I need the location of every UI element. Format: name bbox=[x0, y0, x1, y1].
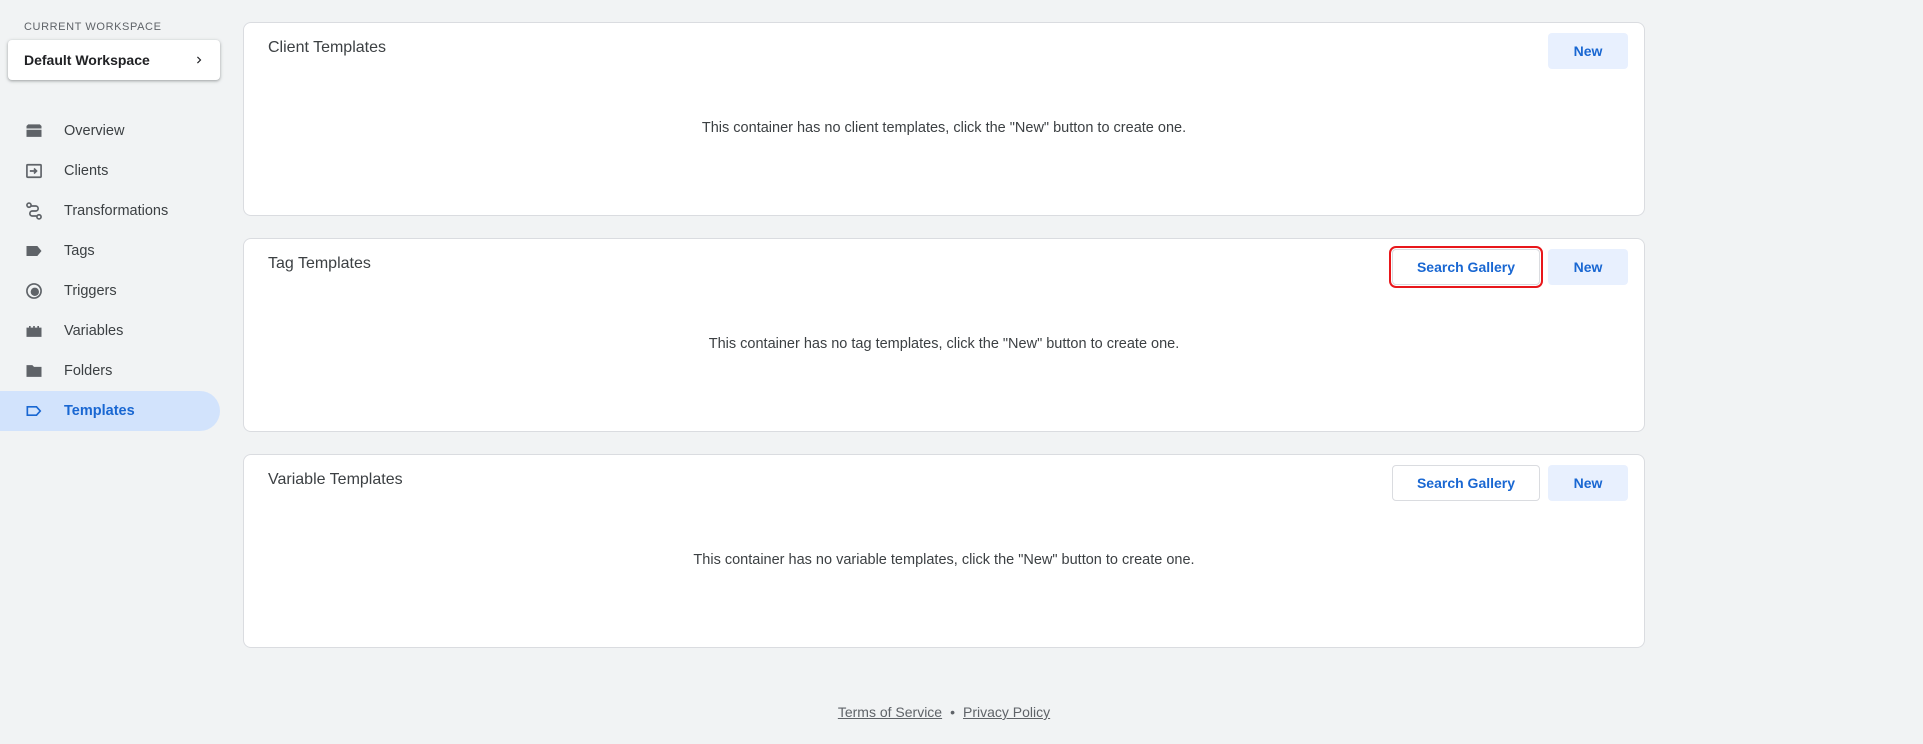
sidebar-item-tags[interactable]: Tags bbox=[0, 231, 220, 271]
sidebar-item-label: Templates bbox=[64, 403, 135, 419]
empty-state-message: This container has no tag templates, cli… bbox=[708, 336, 1180, 352]
card-title: Client Templates bbox=[268, 39, 386, 56]
tag-templates-card: Tag Templates Search Gallery New This co… bbox=[243, 238, 1645, 432]
folder-icon bbox=[24, 361, 44, 381]
search-gallery-button[interactable]: Search Gallery bbox=[1389, 246, 1543, 288]
label-icon bbox=[24, 241, 44, 261]
sidebar-nav: Overview Clients Transformations Tags Tr… bbox=[0, 111, 220, 431]
variables-icon bbox=[24, 321, 44, 341]
label-outline-icon bbox=[24, 401, 44, 421]
empty-state-message: This container has no variable templates… bbox=[693, 552, 1195, 568]
sidebar-item-label: Folders bbox=[64, 363, 113, 379]
sidebar-item-templates[interactable]: Templates bbox=[0, 391, 220, 431]
search-gallery-button[interactable]: Search Gallery bbox=[1392, 465, 1540, 501]
sidebar-item-label: Clients bbox=[64, 163, 109, 179]
workspace-label: CURRENT WORKSPACE bbox=[24, 21, 162, 33]
sidebar-item-label: Triggers bbox=[64, 283, 117, 299]
sidebar-item-label: Overview bbox=[64, 123, 125, 139]
terms-of-service-link[interactable]: Terms of Service bbox=[838, 704, 942, 720]
sidebar-item-transformations[interactable]: Transformations bbox=[0, 191, 220, 231]
sidebar-item-label: Tags bbox=[64, 243, 95, 259]
client-templates-card: Client Templates New This container has … bbox=[243, 22, 1645, 216]
sidebar-item-label: Transformations bbox=[64, 203, 169, 219]
workspace-name: Default Workspace bbox=[24, 52, 150, 68]
sidebar-item-label: Variables bbox=[64, 323, 124, 339]
login-icon bbox=[24, 161, 44, 181]
new-variable-template-button[interactable]: New bbox=[1548, 465, 1628, 501]
chevron-right-icon bbox=[197, 56, 202, 64]
route-icon bbox=[24, 201, 44, 221]
card-title: Variable Templates bbox=[268, 471, 403, 488]
variable-templates-card: Variable Templates Search Gallery New Th… bbox=[243, 454, 1645, 648]
sidebar-item-overview[interactable]: Overview bbox=[0, 111, 220, 151]
sidebar-item-folders[interactable]: Folders bbox=[0, 351, 220, 391]
trigger-icon bbox=[24, 281, 44, 301]
workspace-selector[interactable]: Default Workspace bbox=[8, 40, 220, 80]
sidebar-item-triggers[interactable]: Triggers bbox=[0, 271, 220, 311]
sidebar-item-clients[interactable]: Clients bbox=[0, 151, 220, 191]
footer: Terms of Service • Privacy Policy bbox=[243, 704, 1645, 720]
empty-state-message: This container has no client templates, … bbox=[701, 120, 1187, 136]
new-client-template-button[interactable]: New bbox=[1548, 33, 1628, 69]
footer-separator: • bbox=[950, 704, 955, 720]
sidebar-item-variables[interactable]: Variables bbox=[0, 311, 220, 351]
sidebar: CURRENT WORKSPACE Default Workspace Over… bbox=[0, 0, 228, 744]
briefcase-icon bbox=[24, 121, 44, 141]
card-title: Tag Templates bbox=[268, 255, 371, 272]
new-tag-template-button[interactable]: New bbox=[1548, 249, 1628, 285]
privacy-policy-link[interactable]: Privacy Policy bbox=[963, 704, 1050, 720]
